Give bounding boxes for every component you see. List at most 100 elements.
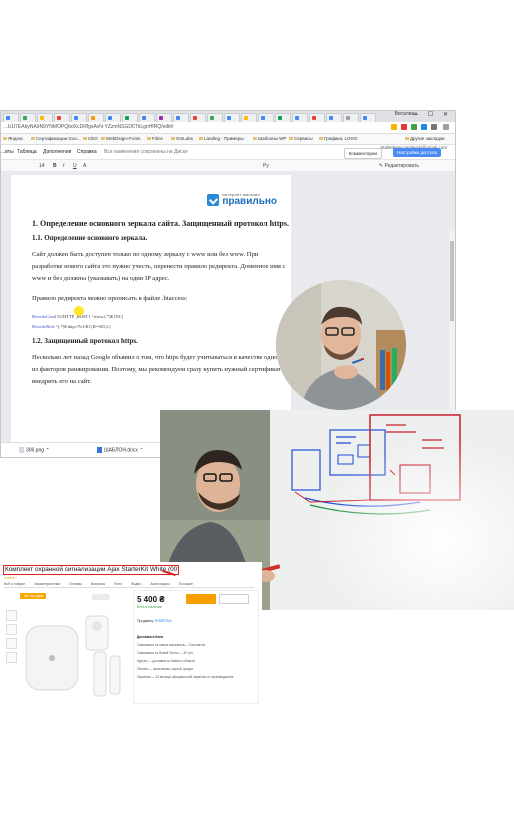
address-bar[interactable]: ...b1I7EAbyNA9N9YNMOPQbdXcDRfgsAvN-YZzmN…: [1, 122, 455, 134]
menu-tools[interactable]: ...вты: [1, 149, 14, 155]
download-item[interactable]: ШАБЛОН.docx ⌃: [97, 447, 144, 453]
folder-icon: [199, 137, 203, 140]
bookmark-item[interactable]: CEO: [83, 136, 98, 141]
logo-name: правильно: [222, 196, 277, 207]
browser-tab[interactable]: [258, 113, 274, 122]
star-icon[interactable]: [391, 124, 397, 130]
thumbnail[interactable]: [6, 638, 17, 649]
bookmarks-bar: Яндекс Сертификации Goo... CEO WebDsign+…: [1, 134, 455, 145]
speaker-illustration: [276, 280, 406, 410]
browser-tab[interactable]: [190, 113, 206, 122]
edit-mode-button[interactable]: ✎ Редактировать: [379, 163, 419, 169]
checkmark-logo-icon: [207, 194, 220, 206]
share-button[interactable]: Настройки доступа: [393, 148, 441, 157]
bookmark-item[interactable]: Яндекс: [3, 136, 23, 141]
paragraph: Сайт должен быть доступен только по одно…: [32, 251, 286, 282]
bookmark-item[interactable]: Сертификации Goo...: [31, 136, 81, 141]
folder-icon: [289, 137, 293, 140]
bookmark-item[interactable]: Films: [147, 136, 163, 141]
seller: Продавец: ROZETKA: [137, 619, 172, 623]
heading-1-1: 1.1. Определение основного зеркала.: [32, 234, 148, 242]
browser-tab[interactable]: [343, 113, 359, 122]
doc-file-icon: [97, 447, 102, 453]
vertical-scrollbar[interactable]: [449, 231, 455, 429]
speaker-photo-circle: [276, 280, 406, 410]
cursor-highlight: [74, 306, 84, 316]
browser-tab[interactable]: [139, 113, 155, 122]
rating: ★★★★☆: [4, 576, 18, 580]
italic-button[interactable]: I: [63, 163, 64, 169]
price-panel: 5 400 ₴ Есть в наличии Продавец: ROZETKA…: [133, 590, 259, 704]
browser-tab[interactable]: [241, 113, 257, 122]
product-page-screenshot: Комплект охранной сигнализации Ajax Star…: [0, 562, 262, 704]
browser-tab[interactable]: [156, 113, 172, 122]
browser-tab[interactable]: [3, 113, 19, 122]
browser-tab[interactable]: [71, 113, 87, 122]
product-tabs: Всё о товаре Характеристики Отзывы Вопро…: [4, 582, 254, 588]
product-title: Комплект охранной сигнализации Ajax Star…: [3, 565, 180, 575]
bookmark-item[interactable]: Landing - Примеры: [199, 136, 244, 141]
input-tools[interactable]: Ру: [263, 163, 269, 169]
tab-specs[interactable]: Характеристики: [34, 582, 60, 586]
underline-button[interactable]: U: [73, 163, 77, 169]
extension-icon[interactable]: [411, 124, 417, 130]
browser-tab[interactable]: [275, 113, 291, 122]
download-item[interactable]: 306.png ⌃: [19, 447, 50, 453]
comments-button[interactable]: Комментарии: [343, 148, 382, 159]
browser-tab[interactable]: [37, 113, 53, 122]
paragraph: Правило редиректа можно прописать в файл…: [32, 295, 188, 302]
url-text[interactable]: ...b1I7EAbyNA9N9YNMOPQbdXcDRfgsAvN-YZzmN…: [4, 124, 173, 130]
menu-table[interactable]: Таблица: [17, 149, 37, 155]
price: 5 400 ₴: [137, 595, 165, 604]
browser-tab[interactable]: [326, 113, 342, 122]
text-color-button[interactable]: A: [83, 163, 86, 169]
tab-all[interactable]: Всё о товаре: [4, 582, 25, 586]
window-controls[interactable]: — ☐ ✕: [412, 111, 452, 118]
delivery-line: Оплата — наличными, картой, кредит: [137, 667, 194, 671]
browser-tab[interactable]: [54, 113, 70, 122]
browser-tab[interactable]: [360, 113, 376, 122]
bookmark-item[interactable]: Шаблоны WP: [253, 136, 286, 141]
product-image[interactable]: [22, 592, 132, 700]
tab-questions[interactable]: Вопросы: [91, 582, 105, 586]
delivery-line: Гарантия — 24 месяца официальной гаранти…: [137, 675, 234, 679]
thumbnail[interactable]: [6, 610, 17, 621]
browser-tab[interactable]: [224, 113, 240, 122]
tab-video[interactable]: Видео: [131, 582, 141, 586]
bold-button[interactable]: B: [53, 163, 57, 169]
bookmark-item[interactable]: Другие закладки: [405, 136, 444, 141]
browser-tab[interactable]: [292, 113, 308, 122]
browser-tab[interactable]: [105, 113, 121, 122]
bookmark-item[interactable]: Графика, LOGO: [319, 136, 357, 141]
browser-tab[interactable]: [207, 113, 223, 122]
bookmark-item[interactable]: WebDsign+Fonts: [101, 136, 141, 141]
bookmark-item[interactable]: GmLabs: [171, 136, 193, 141]
paragraph: Несколько лет назад Google объявил о том…: [32, 354, 287, 385]
folder-icon: [147, 137, 151, 140]
tab-similar[interactable]: Похожие: [179, 582, 193, 586]
browser-tab[interactable]: [20, 113, 36, 122]
heading-1-2: 1.2. Защищенный протокол https.: [32, 337, 138, 345]
thumbnail[interactable]: [6, 624, 17, 635]
thumbnail[interactable]: [6, 652, 17, 663]
extension-icon[interactable]: [401, 124, 407, 130]
delivery-line: Курьер — доставка по Киеву и области: [137, 659, 196, 663]
buy-button[interactable]: [186, 594, 216, 604]
menu-help[interactable]: Справка: [77, 149, 97, 155]
tab-accessories[interactable]: Аксессуары: [150, 582, 169, 586]
credit-button[interactable]: [219, 594, 249, 604]
extension-icon[interactable]: [431, 124, 437, 130]
bookmark-item[interactable]: Сервисы: [289, 136, 313, 141]
tab-photo[interactable]: Фото: [114, 582, 122, 586]
tab-reviews[interactable]: Отзывы: [69, 582, 82, 586]
browser-tab[interactable]: [173, 113, 189, 122]
menu-addons[interactable]: Дополнения: [43, 149, 71, 155]
browser-tab[interactable]: [309, 113, 325, 122]
scrollbar-thumb[interactable]: [450, 241, 454, 321]
folder-icon: [405, 137, 409, 140]
font-size[interactable]: 14: [39, 163, 45, 169]
browser-tab[interactable]: [122, 113, 138, 122]
extension-icon[interactable]: [421, 124, 427, 130]
browser-tab[interactable]: [88, 113, 104, 122]
menu-icon[interactable]: [443, 124, 449, 130]
